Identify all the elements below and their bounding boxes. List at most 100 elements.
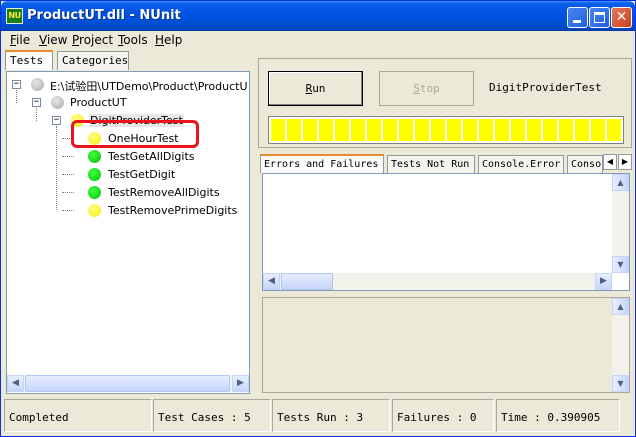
status-test-cases: Test Cases : 5 bbox=[153, 399, 271, 432]
scroll-thumb[interactable] bbox=[281, 273, 333, 290]
menu-view[interactable]: View bbox=[39, 33, 67, 47]
status-not-run-icon bbox=[31, 78, 44, 91]
menu-bar: File View Project Tools Help bbox=[1, 31, 635, 50]
status-state: Completed bbox=[4, 399, 152, 432]
minimize-button[interactable] bbox=[567, 7, 588, 28]
collapse-icon[interactable]: − bbox=[52, 116, 61, 125]
run-button[interactable]: Run bbox=[268, 71, 363, 106]
progress-segment bbox=[351, 119, 365, 141]
tree-node-test[interactable]: TestGetAllDigits bbox=[74, 149, 234, 165]
menu-file[interactable]: File bbox=[10, 33, 30, 47]
tree-node-test[interactable]: TestGetDigit bbox=[74, 167, 234, 183]
progress-segment bbox=[271, 119, 285, 141]
window-title: ProductUT.dll - NUnit bbox=[27, 8, 181, 23]
nunit-app-icon[interactable]: NU bbox=[6, 8, 23, 24]
scroll-left-icon[interactable]: ◀ bbox=[263, 273, 280, 290]
progress-segment bbox=[543, 119, 557, 141]
tree-connector bbox=[62, 174, 74, 175]
status-passed-icon bbox=[88, 186, 101, 199]
tree-node-test[interactable]: TestRemoveAllDigits bbox=[74, 185, 234, 201]
status-not-run-icon bbox=[51, 96, 64, 109]
highlight-annotation bbox=[71, 120, 199, 148]
progress-segment bbox=[399, 119, 413, 141]
tree-node-root-label: E:\试验田\UTDemo\Product\ProductU bbox=[50, 80, 248, 93]
tab-console-out[interactable]: Conso bbox=[567, 155, 603, 173]
scroll-right-icon[interactable]: ▶ bbox=[232, 375, 249, 392]
menu-project-accel: P bbox=[72, 33, 80, 47]
result-tab-strip: Errors and Failures Tests Not Run Consol… bbox=[260, 154, 632, 173]
progress-segment bbox=[367, 119, 381, 141]
stop-button[interactable]: Stop bbox=[379, 71, 474, 106]
progress-segment bbox=[303, 119, 317, 141]
progress-segment bbox=[479, 119, 493, 141]
tab-scroll-right-icon[interactable]: ▶ bbox=[618, 154, 632, 170]
minimize-icon bbox=[573, 20, 581, 23]
progress-segment bbox=[559, 119, 573, 141]
progress-segment bbox=[607, 119, 621, 141]
tab-scroll-left-icon[interactable]: ◀ bbox=[603, 154, 617, 170]
progress-bar bbox=[268, 116, 624, 144]
tree-connector bbox=[56, 126, 57, 210]
tree-connector bbox=[62, 210, 74, 211]
stop-accel: S bbox=[413, 82, 420, 95]
scroll-right-icon[interactable]: ▶ bbox=[595, 273, 612, 290]
status-ignored-icon bbox=[88, 204, 101, 217]
collapse-icon[interactable]: − bbox=[12, 80, 21, 89]
status-tests-run: Tests Run : 3 bbox=[272, 399, 390, 432]
test-name: TestGetAllDigits bbox=[108, 150, 195, 163]
test-tree-viewport: − E:\试验田\UTDemo\Product\ProductU − Produ… bbox=[7, 72, 249, 375]
scroll-up-icon[interactable]: ▲ bbox=[612, 174, 629, 191]
status-bar: Completed Test Cases : 5 Tests Run : 3 F… bbox=[1, 397, 635, 436]
progress-segment bbox=[575, 119, 589, 141]
progress-segment bbox=[287, 119, 301, 141]
menu-project-label: roject bbox=[79, 33, 114, 47]
run-label: un bbox=[312, 82, 326, 95]
status-passed-icon bbox=[88, 150, 101, 163]
progress-segment bbox=[431, 119, 445, 141]
tree-connector bbox=[62, 156, 74, 157]
errors-list[interactable]: ▲ ▼ ◀ ▶ bbox=[262, 173, 630, 291]
menu-project[interactable]: Project bbox=[72, 33, 113, 47]
tab-categories[interactable]: Categories bbox=[57, 51, 129, 70]
stack-trace-panel[interactable]: ▲ ▼ bbox=[262, 297, 630, 393]
tab-tests-not-run[interactable]: Tests Not Run bbox=[387, 155, 475, 173]
test-name: TestRemoveAllDigits bbox=[108, 186, 220, 199]
progress-segment bbox=[495, 119, 509, 141]
menu-help[interactable]: Help bbox=[155, 33, 182, 47]
title-bar[interactable]: NU ProductUT.dll - NUnit ✕ bbox=[1, 1, 635, 31]
errors-vertical-scrollbar[interactable]: ▲ ▼ bbox=[612, 174, 629, 273]
menu-tools[interactable]: Tools bbox=[118, 33, 148, 47]
stack-vertical-scrollbar[interactable]: ▲ ▼ bbox=[612, 298, 629, 392]
menu-file-label: ile bbox=[16, 33, 31, 47]
status-failures: Failures : 0 bbox=[392, 399, 494, 432]
scroll-down-icon[interactable]: ▼ bbox=[612, 256, 629, 273]
tab-console-error[interactable]: Console.Error bbox=[478, 155, 564, 173]
errors-horizontal-scrollbar[interactable]: ◀ ▶ bbox=[263, 273, 612, 290]
tab-tests[interactable]: Tests bbox=[5, 50, 53, 70]
maximize-button[interactable] bbox=[589, 7, 610, 28]
status-passed-icon bbox=[88, 168, 101, 181]
progress-segment bbox=[383, 119, 397, 141]
collapse-icon[interactable]: − bbox=[32, 98, 41, 107]
tree-node-root[interactable]: − E:\试验田\UTDemo\Product\ProductU bbox=[12, 77, 249, 93]
scroll-left-icon[interactable]: ◀ bbox=[7, 375, 24, 392]
scroll-thumb[interactable] bbox=[25, 375, 230, 392]
progress-segment bbox=[527, 119, 541, 141]
test-name: TestGetDigit bbox=[108, 168, 176, 181]
panel-splitter[interactable] bbox=[252, 51, 257, 396]
scroll-down-icon[interactable]: ▼ bbox=[612, 375, 629, 392]
menu-tools-label: ools bbox=[123, 33, 148, 47]
tree-node-assembly[interactable]: − ProductUT bbox=[32, 95, 232, 111]
tree-node-test[interactable]: TestRemovePrimeDigits bbox=[74, 203, 249, 219]
tab-errors-and-failures[interactable]: Errors and Failures bbox=[260, 154, 384, 173]
scroll-up-icon[interactable]: ▲ bbox=[612, 298, 629, 315]
tree-connector bbox=[62, 192, 74, 193]
progress-segment bbox=[415, 119, 429, 141]
stop-label: top bbox=[419, 82, 440, 95]
progress-segment bbox=[335, 119, 349, 141]
progress-segment bbox=[447, 119, 461, 141]
close-button[interactable]: ✕ bbox=[611, 7, 632, 28]
run-panel: Run Stop DigitProviderTest bbox=[258, 58, 632, 148]
progress-segment bbox=[511, 119, 525, 141]
tree-horizontal-scrollbar[interactable]: ◀ ▶ bbox=[7, 375, 249, 392]
